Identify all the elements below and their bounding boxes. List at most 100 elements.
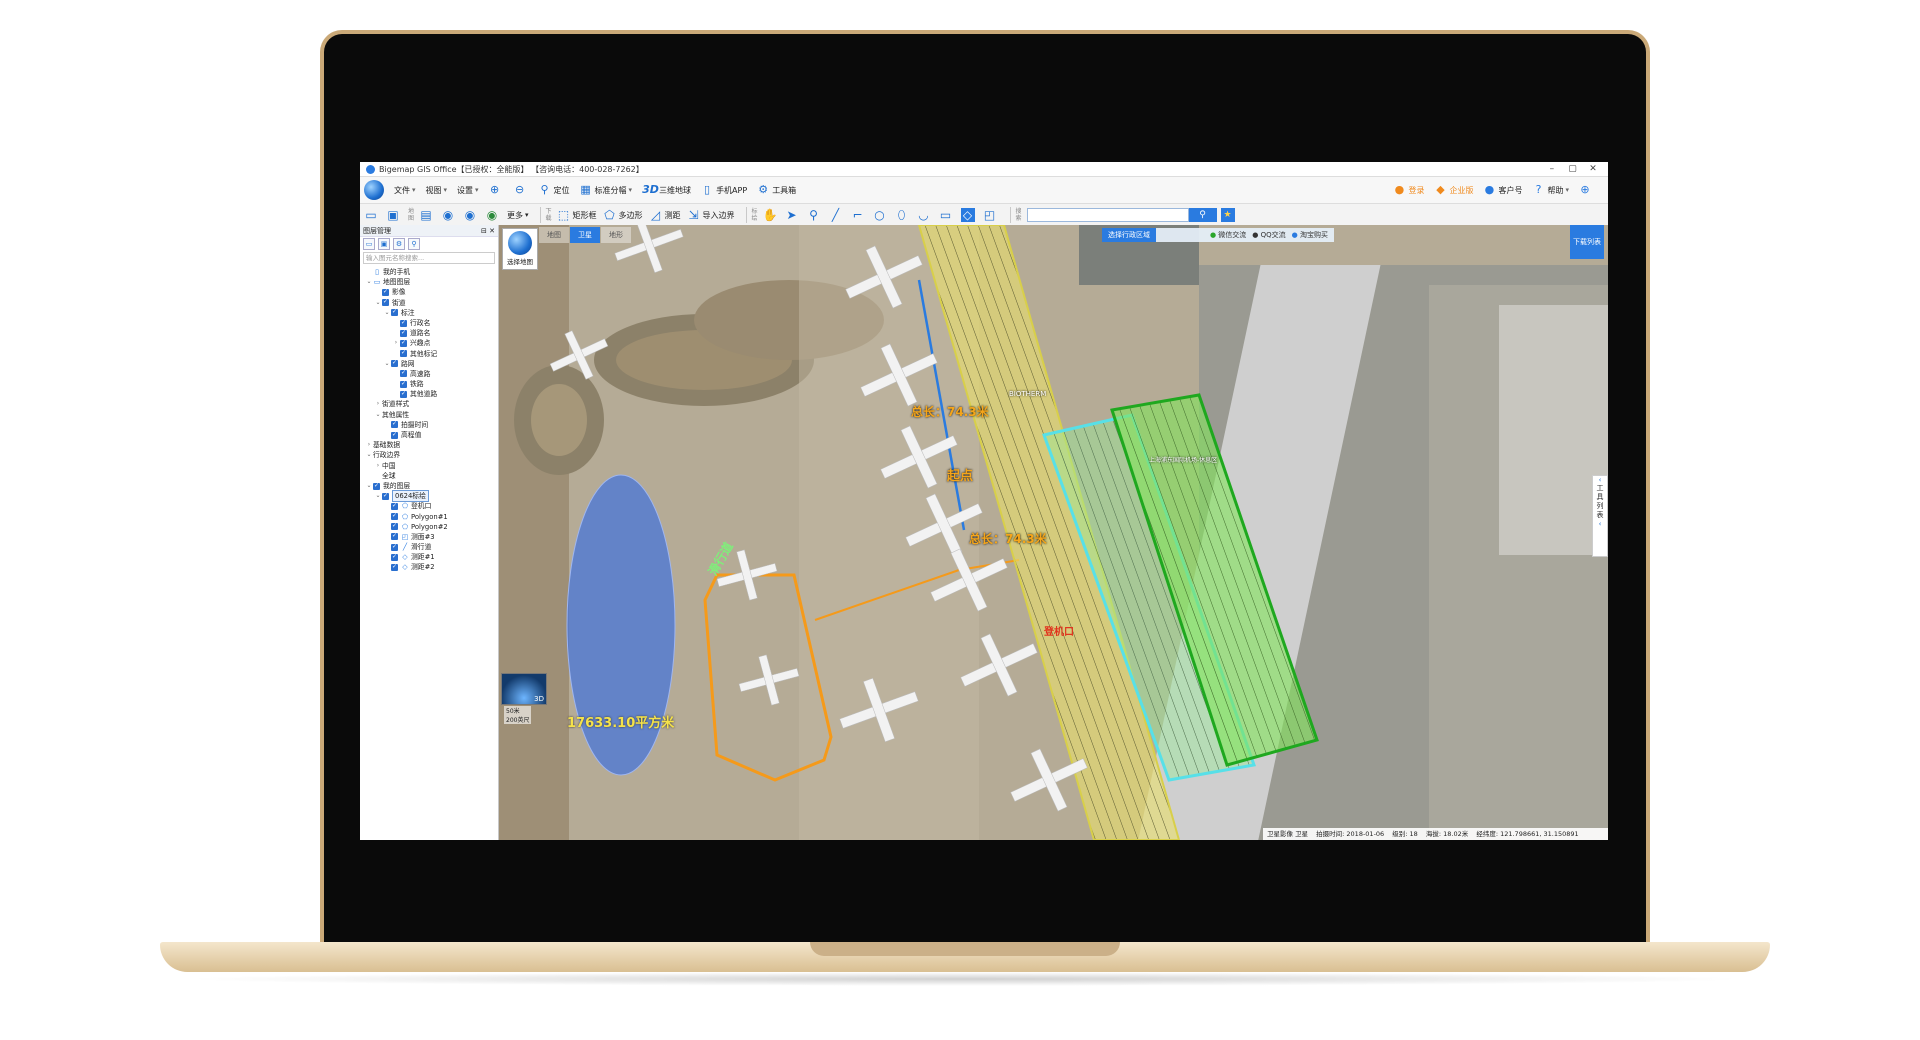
maximize-icon[interactable]: ▢ [1563, 164, 1581, 174]
area-tool[interactable]: ◰ [983, 208, 999, 222]
layer-checkbox[interactable] [382, 297, 389, 307]
layer-checkbox[interactable] [391, 552, 398, 562]
expand-toggle-icon[interactable]: ⌄ [365, 277, 373, 287]
layer-item[interactable]: ◰测面#3 [360, 531, 498, 542]
globe-logo-icon[interactable] [364, 180, 384, 200]
more-button[interactable]: 更多 ▾ [507, 210, 529, 221]
customer-button[interactable]: ● 客户号 [1483, 184, 1523, 196]
expand-toggle-icon[interactable]: ⌄ [374, 298, 382, 308]
search-button[interactable]: ⚲ [1188, 208, 1217, 222]
layer-checkbox[interactable] [400, 379, 407, 389]
layer-item[interactable]: ⬠Polygon#2 [360, 521, 498, 532]
layer-checkbox[interactable] [391, 430, 398, 440]
layer-item[interactable]: 影像 [360, 287, 498, 297]
layer-item[interactable]: ⌄ 其他属性 [360, 410, 498, 420]
open-layer-icon[interactable]: ▭ [363, 238, 375, 250]
layer-checkbox[interactable] [400, 348, 407, 358]
mini-3d-globe[interactable]: 3D [501, 673, 547, 705]
download-list-button[interactable]: 下载列表 [1570, 225, 1604, 259]
panel-close-icon[interactable]: ⊟ ✕ [481, 227, 495, 235]
select-map-button[interactable]: 选择地图 [502, 228, 538, 270]
layer-checkbox[interactable] [391, 542, 398, 552]
layer-item[interactable]: › 中国 [360, 461, 498, 471]
layer-item[interactable]: 全球 [360, 471, 498, 481]
map-source-button-1[interactable]: ▤ [419, 208, 435, 222]
layer-item[interactable]: 其他道路 [360, 389, 498, 399]
measure-button[interactable]: ◿ 测距 [649, 208, 681, 222]
expand-toggle-icon[interactable]: ⌄ [365, 450, 373, 460]
layer-item[interactable]: ⌄0624标绘 [360, 490, 498, 503]
layer-item[interactable]: ⌄我的图层 [360, 481, 498, 491]
circle-tool[interactable]: ○ [873, 208, 889, 222]
layer-checkbox[interactable] [391, 511, 398, 521]
target-button[interactable]: ⊕ [1579, 184, 1594, 196]
search-layer-icon[interactable]: ⚲ [408, 238, 420, 250]
measure-tool[interactable]: ◇ [960, 208, 977, 222]
layer-checkbox[interactable] [400, 338, 407, 348]
layer-item[interactable]: ⌄ 路网 [360, 358, 498, 369]
layer-item[interactable]: 高速路 [360, 368, 498, 379]
layer-item[interactable]: 道路名 [360, 328, 498, 338]
expand-toggle-icon[interactable]: ⌄ [383, 308, 391, 318]
pan-tool[interactable]: ✋ [763, 208, 779, 222]
enterprise-button[interactable]: ◆ 企业版 [1434, 184, 1473, 196]
layer-item[interactable]: 高程值 [360, 430, 498, 440]
locate-button[interactable]: ⚲ 定位 [539, 184, 570, 196]
expand-toggle-icon[interactable]: ⌄ [374, 410, 382, 420]
layer-item[interactable]: 其他标记 [360, 348, 498, 359]
layer-checkbox[interactable] [391, 419, 398, 430]
wechat-button[interactable]: ● 微信交流 [1210, 230, 1246, 240]
layer-checkbox[interactable] [391, 358, 398, 368]
layer-item[interactable]: ⬠Polygon#1 [360, 511, 498, 522]
settings-layer-icon[interactable]: ⚙ [393, 238, 405, 250]
polyline-tool[interactable]: ⌐ [851, 208, 867, 222]
layer-checkbox[interactable] [382, 287, 389, 297]
tab-satellite[interactable]: 卫星 [570, 227, 600, 243]
map-source-button-3[interactable]: ◉ [463, 208, 479, 222]
search-input[interactable] [1026, 208, 1189, 222]
save-layer-icon[interactable]: ▣ [378, 238, 390, 250]
expand-toggle-icon[interactable]: › [365, 440, 373, 450]
map-source-button-2[interactable]: ◉ [441, 208, 457, 222]
layer-item[interactable]: ⌄ ▭ 地图图层 [360, 277, 498, 287]
login-button[interactable]: ● 登录 [1393, 184, 1425, 196]
three-d-button[interactable]: 3D 三维地球 [642, 184, 691, 196]
help-button[interactable]: ? 帮助 [1532, 184, 1569, 196]
expand-toggle-icon[interactable]: ⌄ [383, 359, 391, 369]
layer-item[interactable]: ▯ 我的手机 [360, 267, 498, 277]
layer-checkbox[interactable] [373, 481, 380, 491]
expand-toggle-icon[interactable]: › [392, 338, 400, 348]
expand-toggle-icon[interactable]: ⌄ [374, 491, 382, 501]
rectangle-tool[interactable]: ▭ [939, 208, 955, 222]
layer-checkbox[interactable] [391, 521, 398, 531]
region-select-button[interactable]: 选择行政区域 [1102, 228, 1156, 242]
layer-item[interactable]: ◇测距#2 [360, 562, 498, 572]
layer-checkbox[interactable] [400, 389, 407, 399]
phone-app-button[interactable]: ▯ 手机APP [701, 184, 747, 196]
favorite-button[interactable]: ★ [1220, 208, 1235, 222]
tab-terrain[interactable]: 地形 [601, 227, 631, 243]
close-icon[interactable]: ✕ [1584, 164, 1602, 174]
layer-checkbox[interactable] [400, 368, 407, 379]
layer-item[interactable]: ⬠登机口 [360, 501, 498, 511]
menu-settings[interactable]: 设置 [457, 185, 479, 196]
layer-item[interactable]: ⌄ 标注 [360, 307, 498, 318]
layer-item[interactable]: 拍摄时间 [360, 419, 498, 430]
layer-checkbox[interactable] [400, 318, 407, 328]
menu-file[interactable]: 文件 [394, 185, 416, 196]
layer-search-input[interactable]: 输入图元名称搜索... [363, 252, 495, 264]
toolbox-button[interactable]: ⚙ 工具箱 [757, 184, 796, 196]
zoom-out-button[interactable]: ⊖ [514, 184, 529, 196]
minimize-icon[interactable]: – [1543, 164, 1561, 174]
curve-tool[interactable]: ◡ [917, 208, 933, 222]
zoom-in-button[interactable]: ⊕ [489, 184, 504, 196]
layer-item[interactable]: 行政名 [360, 318, 498, 328]
tab-map[interactable]: 地图 [539, 227, 569, 243]
expand-toggle-icon[interactable]: › [374, 461, 382, 471]
polygon-button[interactable]: ⬠ 多边形 [603, 208, 642, 222]
expand-toggle-icon[interactable]: › [374, 399, 382, 409]
tiles-button[interactable]: ▦ 标准分幅 [580, 184, 633, 196]
layer-item[interactable]: › 基础数据 [360, 440, 498, 450]
save-button[interactable]: ▣ [386, 208, 402, 222]
map-source-button-4[interactable]: ◉ [485, 208, 501, 222]
